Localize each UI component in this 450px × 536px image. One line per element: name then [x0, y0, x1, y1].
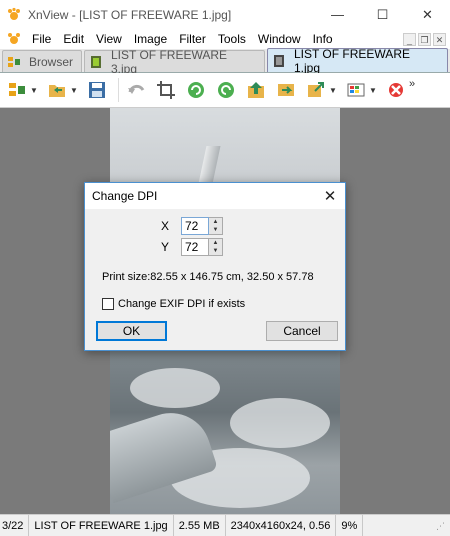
rotate-right-icon: [218, 82, 234, 98]
palette-icon: [347, 83, 365, 97]
y-dpi-down-arrow-icon[interactable]: ▼: [209, 247, 222, 255]
menu-image[interactable]: Image: [128, 29, 173, 49]
dialog-title-bar: Change DPI ✕: [85, 183, 345, 209]
window-title: XnView - [LIST OF FREEWARE 1.jpg]: [28, 7, 232, 22]
next-image-button[interactable]: [273, 77, 299, 103]
tab-list-of-freeware-1-label: LIST OF FREEWARE 1.jpg: [293, 46, 410, 75]
save-icon: [89, 82, 105, 98]
image-tab-icon: [273, 54, 284, 67]
status-dimensions: 2340x4160x24, 0.56: [226, 514, 337, 536]
x-dpi-row: X 72 ▲ ▼: [161, 217, 223, 235]
x-dpi-label: X: [161, 219, 170, 233]
open-button[interactable]: [44, 77, 70, 103]
status-filesize: 2.55 MB: [174, 514, 226, 536]
maximize-button[interactable]: ☐: [360, 0, 405, 29]
menu-file[interactable]: File: [26, 29, 57, 49]
status-bar: 3/22 LIST OF FREEWARE 1.jpg 2.55 MB 2340…: [0, 514, 450, 536]
browser-tab-icon: [8, 56, 20, 67]
previous-image-button[interactable]: [243, 77, 269, 103]
y-dpi-row: Y 72 ▲ ▼: [161, 238, 223, 256]
export-button[interactable]: [303, 77, 329, 103]
save-button[interactable]: [84, 77, 110, 103]
image-tab-icon: [91, 55, 101, 68]
undo-button[interactable]: [123, 77, 149, 103]
mdi-controls: _ ❐ ✕: [403, 32, 446, 46]
y-dpi-spinner: 72 ▲ ▼: [181, 238, 223, 256]
x-dpi-down-arrow-icon[interactable]: ▼: [209, 226, 222, 234]
resize-grip-icon[interactable]: ⋰: [436, 520, 448, 532]
rotate-left-icon: [188, 82, 204, 98]
print-size-text: Print size:82.55 x 146.75 cm, 32.50 x 57…: [102, 271, 314, 283]
tab-list-of-freeware-1[interactable]: LIST OF FREEWARE 1.jpg: [267, 46, 448, 75]
mdi-minimize-button[interactable]: _: [403, 32, 416, 46]
ok-button[interactable]: OK: [96, 321, 167, 341]
previous-image-icon: [248, 82, 264, 98]
title-bar: XnView - [LIST OF FREEWARE 1.jpg] — ☐ ✕: [0, 0, 450, 29]
xnview-logo-icon: [6, 7, 22, 23]
status-filename: LIST OF FREEWARE 1.jpg: [29, 514, 174, 536]
tab-browser[interactable]: Browser: [2, 50, 83, 72]
status-image-index: 3/22: [0, 514, 30, 536]
x-dpi-up-arrow-icon[interactable]: ▲: [209, 218, 222, 226]
browser-button[interactable]: [4, 77, 30, 103]
rotate-right-button[interactable]: [213, 77, 239, 103]
browser-icon: [9, 83, 25, 96]
browser-dropdown-icon[interactable]: ▼: [30, 86, 38, 95]
mdi-close-button[interactable]: ✕: [433, 32, 446, 46]
status-zoom: 9%: [336, 514, 364, 536]
close-window-button[interactable]: ✕: [405, 0, 450, 29]
y-dpi-up-arrow-icon[interactable]: ▲: [209, 239, 222, 247]
tab-bar: Browser LIST OF FREEWARE 3.jpg LIST OF F…: [0, 46, 450, 76]
tab-list-of-freeware-3-label: LIST OF FREEWARE 3.jpg: [110, 47, 227, 76]
toolbar-overflow-icon[interactable]: »: [409, 78, 419, 90]
menu-edit[interactable]: Edit: [57, 29, 90, 49]
minimize-button[interactable]: —: [315, 0, 360, 29]
document-menu-icon[interactable]: [6, 31, 22, 47]
next-image-icon: [278, 84, 294, 96]
crop-button[interactable]: [153, 77, 179, 103]
export-icon: [308, 82, 324, 97]
tab-browser-label: Browser: [29, 54, 74, 69]
menu-view[interactable]: View: [90, 29, 128, 49]
cancel-button[interactable]: Cancel: [266, 321, 338, 341]
toolbar-separator: [118, 78, 119, 102]
toolbar: ▼ ▼ ▼ ▼ »: [0, 73, 450, 108]
mdi-restore-button[interactable]: ❐: [418, 32, 431, 46]
tab-list-of-freeware-3[interactable]: LIST OF FREEWARE 3.jpg: [84, 48, 265, 76]
delete-icon: [389, 83, 403, 97]
dialog-close-button[interactable]: ✕: [315, 187, 345, 205]
menu-tools[interactable]: Tools: [212, 29, 252, 49]
delete-button[interactable]: [383, 77, 409, 103]
x-dpi-spinner: 72 ▲ ▼: [181, 217, 223, 235]
exif-dpi-checkbox-label: Change EXIF DPI if exists: [118, 298, 246, 310]
undo-icon: [128, 84, 145, 94]
palette-dropdown-icon[interactable]: ▼: [369, 86, 377, 95]
exif-dpi-checkbox[interactable]: [102, 298, 114, 310]
x-dpi-input[interactable]: 72: [181, 217, 209, 235]
menu-filter[interactable]: Filter: [173, 29, 212, 49]
open-folder-icon: [49, 85, 65, 97]
crop-icon: [157, 81, 175, 99]
exif-dpi-option[interactable]: Change EXIF DPI if exists: [102, 298, 245, 310]
palette-button[interactable]: [343, 77, 369, 103]
rotate-left-button[interactable]: [183, 77, 209, 103]
change-dpi-dialog: Change DPI ✕ X 72 ▲ ▼ Y 72 ▲ ▼ Print siz…: [84, 182, 346, 351]
open-dropdown-icon[interactable]: ▼: [70, 86, 78, 95]
dialog-title: Change DPI: [92, 189, 158, 203]
export-dropdown-icon[interactable]: ▼: [329, 86, 337, 95]
y-dpi-input[interactable]: 72: [181, 238, 209, 256]
y-dpi-label: Y: [161, 240, 170, 254]
